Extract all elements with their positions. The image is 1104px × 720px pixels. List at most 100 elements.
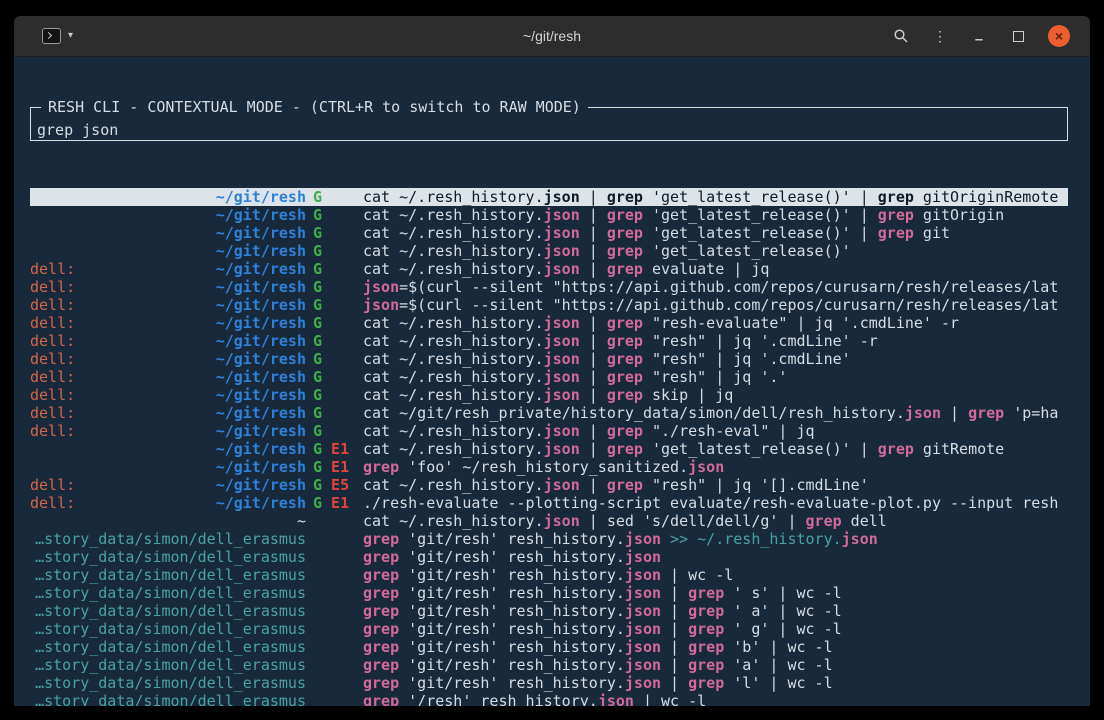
history-row[interactable]: dell:~/git/reshGcat ~/.resh_history.json… xyxy=(30,332,1068,350)
row-directory: ~/git/resh xyxy=(216,422,306,440)
row-flags: G xyxy=(313,386,363,404)
row-host: dell: xyxy=(30,350,75,368)
row-flags xyxy=(313,620,363,638)
command-segment: grep xyxy=(363,548,399,566)
row-command: grep 'git/resh' resh_history.json >> ~/.… xyxy=(363,530,1068,548)
command-segment: | xyxy=(580,350,607,368)
command-segment: json xyxy=(363,278,399,296)
command-segment: json xyxy=(625,656,661,674)
command-segment: 'git/resh' resh_history. xyxy=(399,584,625,602)
command-segment: json xyxy=(544,386,580,404)
row-directory: ~/git/resh xyxy=(216,458,306,476)
command-segment: grep xyxy=(607,350,643,368)
history-row[interactable]: ~/git/reshGcat ~/.resh_history.json | gr… xyxy=(30,242,1068,260)
history-row[interactable]: ~/git/reshGcat ~/.resh_history.json | gr… xyxy=(30,188,1068,206)
titlebar[interactable]: ▾ ~/git/resh ⋮ – × xyxy=(14,16,1090,57)
search-query-input[interactable]: grep json xyxy=(37,121,118,139)
row-context: dell:~/git/resh xyxy=(30,476,306,494)
history-row[interactable]: …story_data/simon/dell_erasmusgrep 'git/… xyxy=(30,674,1068,692)
minimize-icon: – xyxy=(975,32,983,47)
history-row[interactable]: …story_data/simon/dell_erasmusgrep 'git/… xyxy=(30,638,1068,656)
command-segment: grep xyxy=(363,620,399,638)
row-directory: …story_data/simon/dell_erasmus xyxy=(35,530,306,548)
git-flag: G xyxy=(313,242,322,260)
history-row[interactable]: …story_data/simon/dell_erasmusgrep 'git/… xyxy=(30,602,1068,620)
row-flags: G xyxy=(313,422,363,440)
history-row[interactable]: ~/git/reshG E1grep 'foo' ~/resh_history_… xyxy=(30,458,1068,476)
history-row[interactable]: dell:~/git/reshGjson=$(curl --silent "ht… xyxy=(30,296,1068,314)
menu-button[interactable]: ⋮ xyxy=(931,27,949,45)
row-context: …story_data/simon/dell_erasmus xyxy=(30,602,306,620)
history-row[interactable]: …story_data/simon/dell_erasmusgrep 'git/… xyxy=(30,620,1068,638)
history-row[interactable]: dell:~/git/reshGcat ~/.resh_history.json… xyxy=(30,314,1068,332)
row-host: dell: xyxy=(30,476,75,494)
minimize-button[interactable]: – xyxy=(970,24,988,48)
new-terminal-button[interactable]: ▾ xyxy=(40,26,75,46)
history-row[interactable]: dell:~/git/reshGcat ~/.resh_history.json… xyxy=(30,260,1068,278)
row-directory: …story_data/simon/dell_erasmus xyxy=(35,602,306,620)
row-directory: …story_data/simon/dell_erasmus xyxy=(35,548,306,566)
history-row[interactable]: ~/git/reshGcat ~/.resh_history.json | gr… xyxy=(30,206,1068,224)
command-segment: | wc -l xyxy=(661,566,733,584)
command-segment: | xyxy=(580,206,607,224)
history-row[interactable]: dell:~/git/reshGcat ~/.resh_history.json… xyxy=(30,386,1068,404)
history-row[interactable]: ~cat ~/.resh_history.json | sed 's/dell/… xyxy=(30,512,1068,530)
row-command: cat ~/.resh_history.json | grep "resh" |… xyxy=(363,368,1068,386)
row-context: dell:~/git/resh xyxy=(30,332,306,350)
command-segment: cat ~/.resh_history. xyxy=(363,332,544,350)
row-context: ~/git/resh xyxy=(30,440,306,458)
command-segment: grep xyxy=(688,656,724,674)
history-row[interactable]: dell:~/git/reshGjson=$(curl --silent "ht… xyxy=(30,278,1068,296)
command-segment: json xyxy=(544,224,580,242)
command-segment: 'get_latest_release()' | xyxy=(643,224,878,242)
history-row[interactable]: …story_data/simon/dell_erasmusgrep 'git/… xyxy=(30,566,1068,584)
row-command: cat ~/.resh_history.json | grep "resh" |… xyxy=(363,476,1068,494)
command-segment: grep xyxy=(688,638,724,656)
history-row[interactable]: …story_data/simon/dell_erasmusgrep '/res… xyxy=(30,692,1068,706)
row-directory: ~/git/resh xyxy=(216,332,306,350)
row-context: ~/git/resh xyxy=(30,458,306,476)
close-button[interactable]: × xyxy=(1048,25,1070,47)
search-button[interactable] xyxy=(892,27,910,45)
history-row[interactable]: ~/git/reshG E1cat ~/.resh_history.json |… xyxy=(30,440,1068,458)
command-segment: >> ~/.resh_history. xyxy=(661,530,842,548)
history-row[interactable]: …story_data/simon/dell_erasmus grep 'git/… xyxy=(30,530,1068,548)
git-flag: G xyxy=(313,422,322,440)
exit-status-flag: E1 xyxy=(322,440,349,458)
history-row[interactable]: ~/git/reshGcat ~/.resh_history.json | gr… xyxy=(30,224,1068,242)
command-segment: grep xyxy=(688,674,724,692)
command-segment: 'git/resh' resh_history. xyxy=(399,656,625,674)
command-segment: ' g' | wc -l xyxy=(724,620,841,638)
row-flags xyxy=(313,602,363,620)
command-segment: json xyxy=(625,674,661,692)
restore-button[interactable] xyxy=(1009,27,1027,45)
command-segment: ' a' | wc -l xyxy=(724,602,841,620)
history-row[interactable]: …story_data/simon/dell_erasmus grep 'git/… xyxy=(30,548,1068,566)
command-segment: grep xyxy=(607,188,643,206)
command-segment: gitRemote xyxy=(914,440,1004,458)
row-host: dell: xyxy=(30,314,75,332)
history-row[interactable]: dell:~/git/reshGcat ~/.resh_history.json… xyxy=(30,368,1068,386)
history-row[interactable]: …story_data/simon/dell_erasmusgrep 'git/… xyxy=(30,584,1068,602)
command-segment: | xyxy=(580,314,607,332)
row-command: grep 'git/resh' resh_history.json | grep… xyxy=(363,656,1068,674)
row-flags: G xyxy=(313,242,363,260)
command-segment: json xyxy=(544,440,580,458)
row-host: dell: xyxy=(30,422,75,440)
history-row[interactable]: …story_data/simon/dell_erasmusgrep 'git/… xyxy=(30,656,1068,674)
git-flag: G xyxy=(313,332,322,350)
command-segment: "resh" | jq '.cmdLine' xyxy=(643,350,851,368)
command-segment: 'git/resh' resh_history. xyxy=(399,548,625,566)
history-row[interactable]: dell:~/git/reshGcat ~/git/resh_private/h… xyxy=(30,404,1068,422)
row-directory: ~/git/resh xyxy=(216,350,306,368)
command-segment: | xyxy=(580,242,607,260)
row-flags: G E1 xyxy=(313,494,363,512)
row-context: ~/git/resh xyxy=(30,224,306,242)
command-segment: "resh" | jq '.' xyxy=(643,368,788,386)
terminal-content[interactable]: RESH CLI - CONTEXTUAL MODE - (CTRL+R to … xyxy=(14,57,1090,706)
history-row[interactable]: dell:~/git/reshGcat ~/.resh_history.json… xyxy=(30,350,1068,368)
history-row[interactable]: dell:~/git/reshGcat ~/.resh_history.json… xyxy=(30,422,1068,440)
command-segment: grep xyxy=(878,224,914,242)
history-row[interactable]: dell:~/git/reshG E5cat ~/.resh_history.j… xyxy=(30,476,1068,494)
history-row[interactable]: dell:~/git/reshG E1./resh-evaluate --plo… xyxy=(30,494,1068,512)
